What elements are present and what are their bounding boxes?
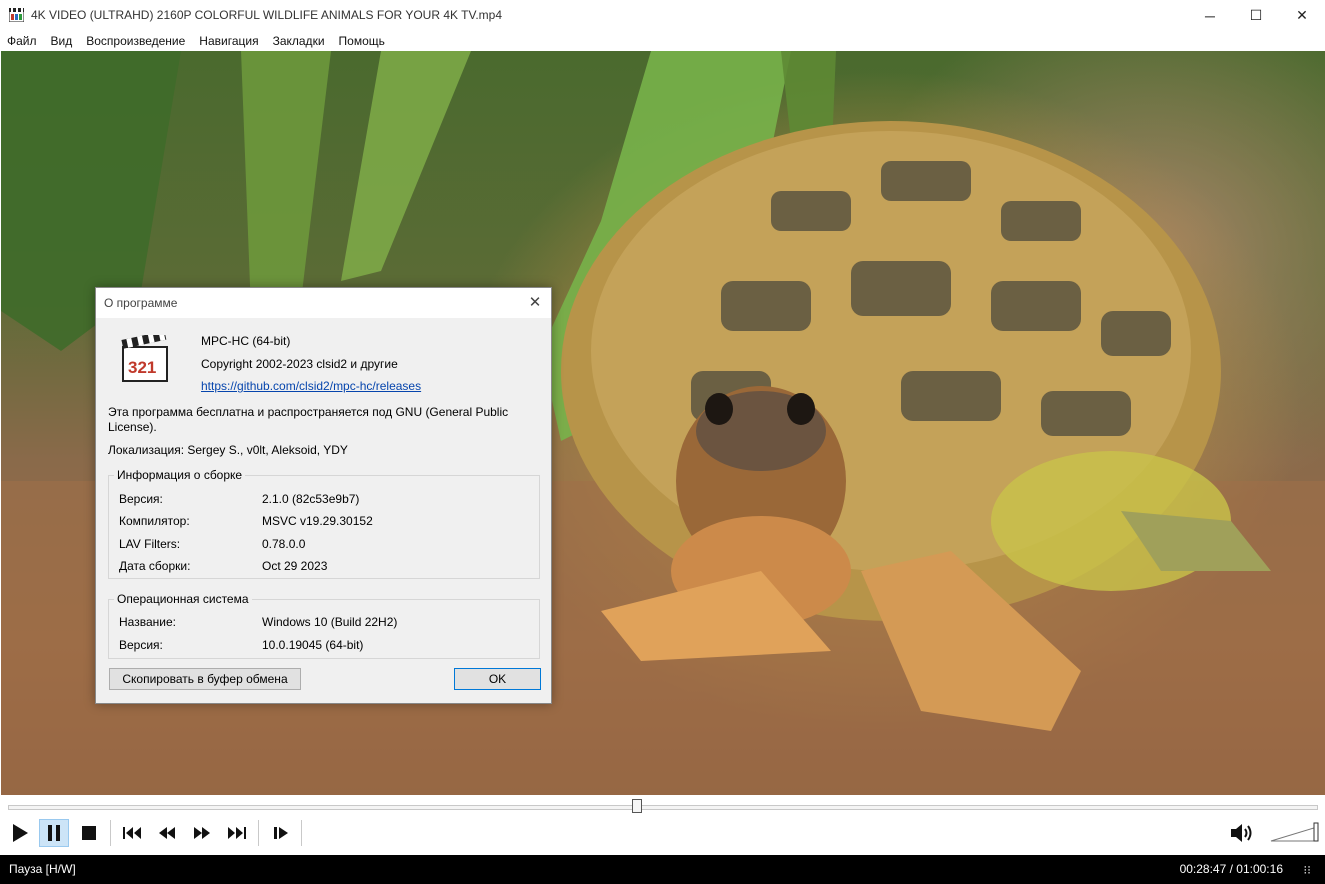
build-date-key: Дата сборки: — [119, 559, 191, 573]
status-bar: Пауза [H/W] 00:28:47 / 01:00:16 ⁝⁝ — [0, 855, 1325, 884]
skip-back-icon — [123, 827, 141, 839]
copy-to-clipboard-button[interactable]: Скопировать в буфер обмена — [109, 668, 301, 690]
maximize-button[interactable]: ☐ — [1233, 0, 1279, 31]
control-separator — [258, 820, 259, 846]
about-dialog: О программе ✕ 321 MPC-HC (64-bit) Copyri… — [95, 287, 552, 704]
os-version-key: Версия: — [119, 638, 163, 652]
license-text-line1: Эта программа бесплатна и распространяет… — [108, 405, 509, 419]
compiler-value: MSVC v19.29.30152 — [262, 514, 373, 528]
fast-forward-icon — [194, 827, 210, 839]
previous-button[interactable] — [117, 819, 147, 847]
product-name: MPC-HC (64-bit) — [201, 334, 291, 348]
stop-icon — [82, 826, 96, 840]
play-icon — [13, 824, 28, 842]
localization-text: Локализация: Sergey S., v0lt, Aleksoid, … — [108, 443, 348, 457]
frame-step-button[interactable] — [266, 819, 296, 847]
pause-button[interactable] — [39, 819, 69, 847]
menu-playback[interactable]: Воспроизведение — [79, 31, 192, 51]
control-separator — [110, 820, 111, 846]
dialog-title-bar: О программе ✕ — [96, 288, 551, 318]
seek-bar[interactable] — [8, 805, 1318, 810]
time-display: 00:28:47 / 01:00:16 — [1179, 862, 1283, 876]
dialog-title: О программе — [104, 296, 178, 310]
mute-button[interactable] — [1228, 819, 1258, 847]
os-info-label: Операционная система — [114, 592, 252, 606]
volume-slider[interactable] — [1270, 822, 1322, 842]
control-separator — [301, 820, 302, 846]
menu-view[interactable]: Вид — [44, 31, 80, 51]
frame-step-icon — [274, 827, 288, 839]
rewind-button[interactable] — [152, 819, 182, 847]
license-text-line2: License). — [108, 420, 157, 434]
next-button[interactable] — [222, 819, 252, 847]
menu-file[interactable]: Файл — [0, 31, 44, 51]
rewind-icon — [159, 827, 175, 839]
channel-indicator-icon: ⁝⁝ — [1303, 863, 1311, 877]
lav-filters-key: LAV Filters: — [119, 537, 181, 551]
stop-button[interactable] — [74, 819, 104, 847]
pause-icon — [48, 825, 60, 841]
build-date-value: Oct 29 2023 — [262, 559, 328, 573]
title-bar: 4K VIDEO (ULTRAHD) 2160P COLORFUL WILDLI… — [0, 0, 1325, 31]
compiler-key: Компилятор: — [119, 514, 190, 528]
menu-help[interactable]: Помощь — [332, 31, 392, 51]
github-link[interactable]: https://github.com/clsid2/mpc-hc/release… — [201, 379, 421, 393]
mpc-app-icon — [8, 8, 25, 23]
speaker-icon — [1231, 824, 1252, 842]
build-version-value: 2.1.0 (82c53e9b7) — [262, 492, 360, 506]
close-window-button[interactable]: ✕ — [1279, 0, 1325, 31]
menu-bar: Файл Вид Воспроизведение Навигация Закла… — [0, 31, 1325, 51]
play-button[interactable] — [5, 819, 35, 847]
playback-state: Пауза [H/W] — [9, 862, 76, 876]
build-version-key: Версия: — [119, 492, 163, 506]
build-info-label: Информация о сборке — [114, 468, 246, 482]
fast-forward-button[interactable] — [187, 819, 217, 847]
window-title: 4K VIDEO (ULTRAHD) 2160P COLORFUL WILDLI… — [31, 8, 503, 22]
ok-button[interactable]: OK — [454, 668, 541, 690]
skip-forward-icon — [228, 827, 246, 839]
dialog-close-button[interactable]: ✕ — [525, 293, 545, 313]
mpc-logo-icon: 321 — [121, 330, 169, 383]
seek-thumb[interactable] — [632, 799, 642, 813]
os-version-value: 10.0.19045 (64-bit) — [262, 638, 364, 652]
copyright-text: Copyright 2002-2023 clsid2 и другие — [201, 357, 398, 371]
os-name-key: Название: — [119, 615, 176, 629]
menu-bookmarks[interactable]: Закладки — [266, 31, 332, 51]
menu-navigation[interactable]: Навигация — [192, 31, 265, 51]
minimize-button[interactable]: ─ — [1187, 0, 1233, 31]
lav-filters-value: 0.78.0.0 — [262, 537, 306, 551]
os-name-value: Windows 10 (Build 22H2) — [262, 615, 398, 629]
volume-wedge — [1270, 822, 1319, 842]
logo-digit-3: 321 — [128, 358, 156, 377]
